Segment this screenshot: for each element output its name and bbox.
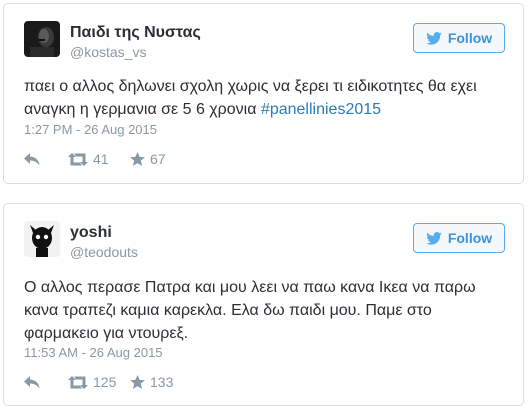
tweet-actions: 125 133 — [24, 373, 173, 391]
follow-button-label: Follow — [447, 30, 493, 46]
avatar[interactable] — [24, 21, 60, 57]
user-handle[interactable]: @kostas_vs — [70, 44, 146, 60]
retweet-count: 41 — [93, 151, 109, 167]
follow-button-label: Follow — [447, 230, 493, 246]
tweet-text: παει ο αλλος δηλωνει σχολη χωρις να ξερε… — [24, 75, 507, 121]
retweet-icon — [68, 152, 88, 166]
reply-icon — [24, 375, 40, 388]
tweet-timestamp[interactable]: 11:53 AM - 26 Aug 2015 — [24, 345, 163, 360]
favorite-count: 133 — [150, 374, 174, 390]
star-icon — [130, 152, 145, 166]
user-handle[interactable]: @teodouts — [70, 244, 138, 260]
tweet-card: yoshi @teodouts Follow Ο αλλος περασε Πα… — [3, 203, 524, 406]
display-name[interactable]: yoshi — [70, 224, 112, 242]
hashtag-link[interactable]: #panellinies2015 — [261, 101, 381, 118]
reply-icon — [24, 152, 40, 165]
reply-button[interactable] — [24, 375, 68, 389]
follow-button[interactable]: Follow — [413, 23, 505, 53]
favorite-count: 67 — [150, 151, 166, 167]
retweet-button[interactable]: 41 — [68, 151, 130, 167]
favorite-button[interactable]: 133 — [130, 374, 173, 390]
tweet-actions: 41 67 — [24, 150, 166, 168]
avatar[interactable] — [24, 221, 60, 257]
follow-button[interactable]: Follow — [413, 223, 505, 253]
retweet-count: 125 — [93, 374, 117, 390]
reply-button[interactable] — [24, 152, 68, 166]
tweet-timestamp[interactable]: 1:27 PM - 26 Aug 2015 — [24, 122, 157, 137]
star-icon — [130, 375, 145, 389]
tweet-text-body: παει ο αλλος δηλωνει σχολη χωρις να ξερε… — [24, 78, 477, 118]
tweet-text: Ο αλλος περασε Πατρα και μου λεει να παω… — [24, 279, 476, 342]
twitter-bird-icon — [426, 31, 442, 45]
retweet-icon — [68, 375, 88, 389]
display-name[interactable]: Παιδι της Νυστας — [70, 24, 201, 42]
retweet-button[interactable]: 125 — [68, 374, 130, 390]
tweet-card: Παιδι της Νυστας @kostas_vs Follow παει … — [3, 3, 524, 184]
twitter-bird-icon — [426, 231, 442, 245]
favorite-button[interactable]: 67 — [130, 151, 166, 167]
